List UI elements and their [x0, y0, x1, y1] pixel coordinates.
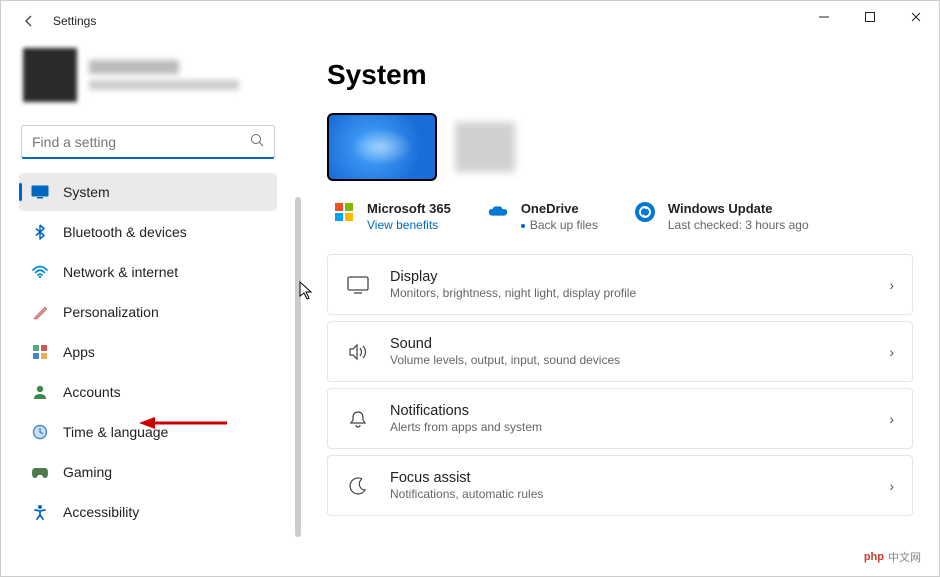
quick-onedrive[interactable]: OneDrive Back up files	[487, 201, 598, 232]
sidebar-scrollbar[interactable]	[295, 197, 301, 537]
profile-area[interactable]	[19, 41, 281, 109]
quick-title: Microsoft 365	[367, 201, 451, 216]
sidebar-item-gaming[interactable]: Gaming	[19, 453, 277, 491]
close-button[interactable]	[893, 1, 939, 33]
card-title: Focus assist	[390, 470, 869, 486]
bluetooth-icon	[31, 223, 49, 241]
card-sub: Volume levels, output, input, sound devi…	[390, 353, 869, 367]
page-title: System	[327, 59, 913, 91]
card-title: Display	[390, 269, 869, 285]
sidebar-item-network[interactable]: Network & internet	[19, 253, 277, 291]
sidebar-item-label: Time & language	[63, 424, 168, 440]
wifi-icon	[31, 263, 49, 281]
search-icon	[250, 133, 264, 150]
sidebar-item-label: Personalization	[63, 304, 159, 320]
quick-microsoft365[interactable]: Microsoft 365 View benefits	[333, 201, 451, 232]
hero-row	[327, 113, 913, 181]
paint-icon	[31, 303, 49, 321]
sidebar-item-accounts[interactable]: Accounts	[19, 373, 277, 411]
sidebar-item-label: Gaming	[63, 464, 112, 480]
quick-windowsupdate[interactable]: Windows Update Last checked: 3 hours ago	[634, 201, 809, 232]
avatar	[23, 48, 77, 102]
sidebar-item-label: Apps	[63, 344, 95, 360]
clock-icon	[31, 423, 49, 441]
minimize-button[interactable]	[801, 1, 847, 33]
wallpaper-thumbnail[interactable]	[327, 113, 437, 181]
card-sound[interactable]: Sound Volume levels, output, input, soun…	[327, 321, 913, 382]
display-icon	[346, 273, 370, 297]
chevron-right-icon: ›	[889, 478, 894, 494]
card-sub: Alerts from apps and system	[390, 420, 869, 434]
chevron-right-icon: ›	[889, 411, 894, 427]
quick-sub: Last checked: 3 hours ago	[668, 218, 809, 232]
person-icon	[31, 383, 49, 401]
sidebar-item-label: Accessibility	[63, 504, 139, 520]
search-placeholder: Find a setting	[32, 134, 250, 150]
onedrive-icon	[487, 201, 509, 223]
sidebar-item-label: Network & internet	[63, 264, 178, 280]
accessibility-icon	[31, 503, 49, 521]
card-title: Notifications	[390, 403, 869, 419]
sidebar-item-label: Accounts	[63, 384, 121, 400]
main-panel: System Microsoft 365 View benefits OneDr…	[291, 41, 939, 576]
system-icon	[31, 183, 49, 201]
profile-name	[89, 60, 239, 90]
sidebar-item-apps[interactable]: Apps	[19, 333, 277, 371]
quick-title: Windows Update	[668, 201, 809, 216]
sidebar-item-system[interactable]: System	[19, 173, 277, 211]
microsoft365-icon	[333, 201, 355, 223]
chevron-right-icon: ›	[889, 344, 894, 360]
card-display[interactable]: Display Monitors, brightness, night ligh…	[327, 254, 913, 315]
window-controls	[801, 1, 939, 33]
card-notifications[interactable]: Notifications Alerts from apps and syste…	[327, 388, 913, 449]
apps-icon	[31, 343, 49, 361]
sidebar: Find a setting System Bluetooth & device…	[1, 41, 291, 576]
sound-icon	[346, 340, 370, 364]
chevron-right-icon: ›	[889, 277, 894, 293]
card-title: Sound	[390, 336, 869, 352]
sidebar-item-accessibility[interactable]: Accessibility	[19, 493, 277, 531]
sidebar-item-label: System	[63, 184, 110, 200]
bell-icon	[346, 407, 370, 431]
card-focus-assist[interactable]: Focus assist Notifications, automatic ru…	[327, 455, 913, 516]
quick-sub[interactable]: View benefits	[367, 218, 451, 232]
quick-sub[interactable]: Back up files	[521, 218, 598, 232]
sidebar-item-personalization[interactable]: Personalization	[19, 293, 277, 331]
back-button[interactable]	[13, 5, 45, 37]
sidebar-item-bluetooth[interactable]: Bluetooth & devices	[19, 213, 277, 251]
watermark: php中文网	[854, 546, 931, 568]
nav-list: System Bluetooth & devices Network & int…	[19, 171, 281, 576]
gaming-icon	[31, 463, 49, 481]
maximize-button[interactable]	[847, 1, 893, 33]
quick-title: OneDrive	[521, 201, 598, 216]
update-icon	[634, 201, 656, 223]
sidebar-item-time[interactable]: Time & language	[19, 413, 277, 451]
sidebar-item-label: Bluetooth & devices	[63, 224, 187, 240]
pc-info	[455, 122, 515, 172]
moon-icon	[346, 474, 370, 498]
search-input[interactable]: Find a setting	[21, 125, 275, 159]
window-title: Settings	[53, 14, 96, 28]
card-sub: Notifications, automatic rules	[390, 487, 869, 501]
title-bar: Settings	[1, 1, 939, 41]
quick-links-row: Microsoft 365 View benefits OneDrive Bac…	[327, 201, 913, 232]
card-sub: Monitors, brightness, night light, displ…	[390, 286, 869, 300]
